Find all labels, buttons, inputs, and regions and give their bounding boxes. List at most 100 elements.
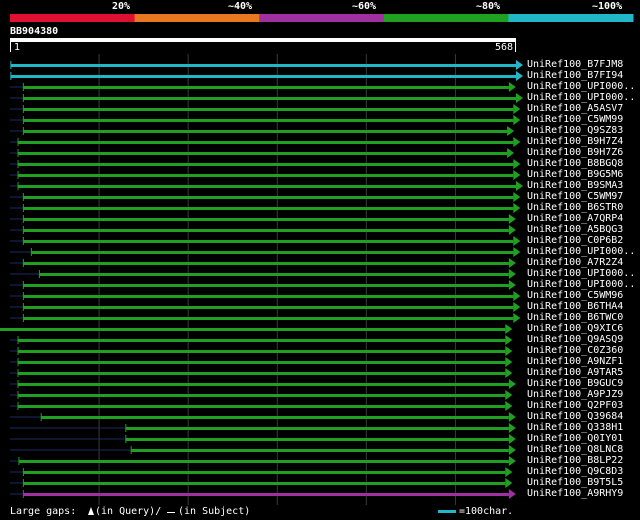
hit-arrow [508, 412, 516, 422]
footer-gaps-query: (in Query)/ [95, 506, 162, 517]
footer-gaps-subject: (in Subject) [178, 506, 251, 517]
hit-label[interactable]: UniRef100_B9H7Z6 [527, 147, 623, 158]
hit-label[interactable]: UniRef100_B9SMA3 [527, 180, 623, 191]
hit-arrow [508, 423, 516, 433]
hit-arrow [507, 126, 515, 136]
hit-label[interactable]: UniRef100_B8LP22 [527, 455, 623, 466]
hit-label[interactable]: UniRef100_UPI000.. [527, 81, 635, 92]
hit-label[interactable]: UniRef100_UPI000.. [527, 246, 635, 257]
hit-bar [31, 251, 514, 254]
hit-bar [23, 130, 508, 133]
query-bar [10, 38, 516, 42]
footer-scale-text: =100char. [459, 506, 514, 517]
hit-bar [23, 218, 509, 221]
hit-bar [23, 196, 514, 199]
hit-bar [23, 482, 506, 485]
hit-label[interactable]: UniRef100_UPI000.. [527, 279, 635, 290]
legend-color-segment [259, 14, 385, 22]
hit-bar [125, 427, 509, 430]
hit-arrow [508, 82, 516, 92]
hit-label[interactable]: UniRef100_B6THA4 [527, 301, 623, 312]
hit-label[interactable]: UniRef100_Q0IY01 [527, 433, 623, 444]
hit-bar [23, 306, 514, 309]
hit-label[interactable]: UniRef100_A9NZF1 [527, 356, 623, 367]
hit-arrow [508, 269, 516, 279]
hit-bar [18, 460, 509, 463]
hit-label[interactable]: UniRef100_A5BQG3 [527, 224, 623, 235]
hit-bar [23, 119, 514, 122]
hit-bar [23, 284, 509, 287]
hit-label[interactable]: UniRef100_Q9XIC6 [527, 323, 623, 334]
hit-arrow [505, 335, 513, 345]
hit-label[interactable]: UniRef100_C0Z360 [527, 345, 623, 356]
hit-label[interactable]: UniRef100_Q9ASQ9 [527, 334, 623, 345]
hit-label[interactable]: UniRef100_UPI000.. [527, 92, 635, 103]
hit-arrow [513, 192, 521, 202]
hit-label[interactable]: UniRef100_B9G5M6 [527, 169, 623, 180]
gap-subject-marker-icon [167, 512, 175, 513]
hit-bar [23, 262, 509, 265]
hit-label[interactable]: UniRef100_B9T5L5 [527, 477, 623, 488]
hit-bar [23, 86, 509, 89]
hit-bar [131, 449, 509, 452]
hit-bar [10, 75, 517, 78]
scale-bar-icon [438, 510, 456, 513]
hit-arrow [508, 379, 516, 389]
hit-arrow [513, 236, 521, 246]
hit-label[interactable]: UniRef100_Q39684 [527, 411, 623, 422]
hit-label[interactable]: UniRef100_C0P6B2 [527, 235, 623, 246]
hit-label[interactable]: UniRef100_Q9C8D3 [527, 466, 623, 477]
hit-arrow [507, 148, 515, 158]
hit-arrow [508, 214, 516, 224]
hit-label[interactable]: UniRef100_Q8LNC8 [527, 444, 623, 455]
hit-label[interactable]: UniRef100_Q2PF03 [527, 400, 623, 411]
hit-arrow [508, 280, 516, 290]
hit-label[interactable]: UniRef100_A7R2Z4 [527, 257, 623, 268]
hit-bar [23, 317, 514, 320]
hit-arrow [505, 346, 513, 356]
hit-label[interactable]: UniRef100_B9H7Z4 [527, 136, 623, 147]
hit-bar [18, 185, 516, 188]
hit-bar [23, 229, 509, 232]
hit-arrow [508, 456, 516, 466]
hit-label[interactable]: UniRef100_B7FI94 [527, 70, 623, 81]
hit-label[interactable]: UniRef100_C5WM97 [527, 191, 623, 202]
hit-arrow [516, 71, 523, 81]
hit-label[interactable]: UniRef100_A9PJZ9 [527, 389, 623, 400]
hit-label[interactable]: UniRef100_A7QRP4 [527, 213, 623, 224]
hit-bar [39, 273, 509, 276]
hit-label[interactable]: UniRef100_B7FJM8 [527, 59, 623, 70]
hit-arrow [513, 137, 521, 147]
hit-label[interactable]: UniRef100_UPI000.. [527, 268, 635, 279]
blast-hit-graphic: 20% ~40% ~60% ~80% ~100% BB904380 1 568 … [0, 0, 640, 520]
footer-gaps-prefix: Large gaps: [10, 506, 77, 517]
hit-label[interactable]: UniRef100_B8BGQ8 [527, 158, 623, 169]
hit-bar [18, 141, 514, 144]
hit-arrow [505, 324, 513, 334]
hit-label[interactable]: UniRef100_B9GUC9 [527, 378, 623, 389]
hit-bar [23, 471, 506, 474]
hit-bar [18, 361, 506, 364]
legend-color-segment [383, 14, 509, 22]
hit-bar [18, 383, 509, 386]
hit-label[interactable]: UniRef100_Q9SZ83 [527, 125, 623, 136]
hit-arrow [513, 247, 521, 257]
hit-bar [18, 152, 508, 155]
hit-bar [125, 438, 509, 441]
hit-arrow [508, 489, 516, 499]
hit-bar [23, 295, 514, 298]
hit-bar [18, 163, 514, 166]
hit-arrow [505, 390, 513, 400]
hit-arrow [505, 478, 513, 488]
hit-label[interactable]: UniRef100_B6TWC0 [527, 312, 623, 323]
hit-bar [23, 97, 517, 100]
hit-arrow [508, 445, 516, 455]
hit-label[interactable]: UniRef100_A5ASV7 [527, 103, 623, 114]
hit-label[interactable]: UniRef100_B6STR0 [527, 202, 623, 213]
hit-label[interactable]: UniRef100_A9TAR5 [527, 367, 623, 378]
hit-bar [18, 339, 506, 342]
hit-label[interactable]: UniRef100_C5WM99 [527, 114, 623, 125]
hit-label[interactable]: UniRef100_C5WM96 [527, 290, 623, 301]
hit-label[interactable]: UniRef100_A9RHY9 [527, 488, 623, 499]
hit-label[interactable]: UniRef100_Q338H1 [527, 422, 623, 433]
